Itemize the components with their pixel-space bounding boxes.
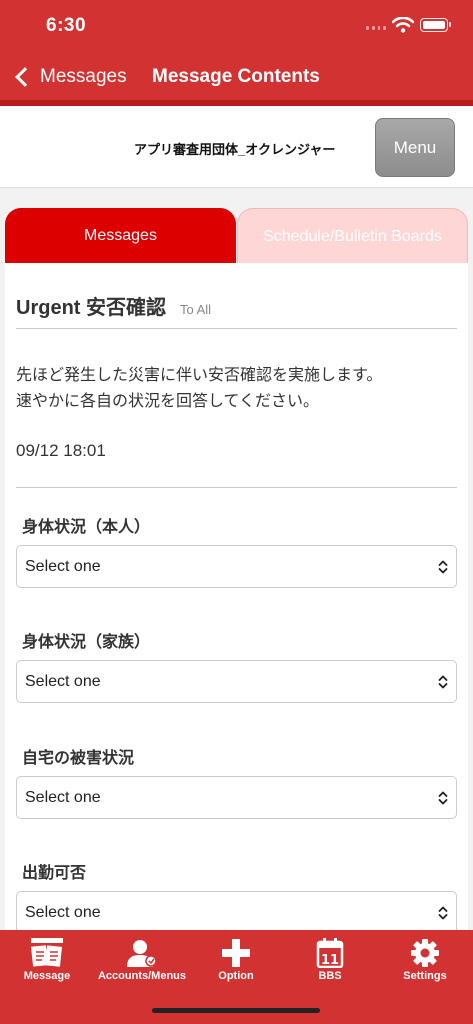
message-content: Urgent 安否確認 To All 先ほど発生した災害に伴い安否確認を実施しま… [5, 263, 468, 930]
wifi-icon [392, 17, 414, 33]
message-body-line: 先ほど発生した災害に伴い安否確認を実施します。 [16, 367, 383, 384]
select-value: Select one [25, 904, 101, 921]
question-label: 自宅の被害状況 [22, 750, 135, 767]
divider [16, 487, 457, 488]
message-date: 09/12 18:01 [16, 441, 106, 460]
tabbar-item-option[interactable]: Option [189, 930, 283, 990]
updown-chevron-icon [438, 675, 448, 689]
tab-schedule-bulletin-boards[interactable]: Schedule/Bulletin Boards [237, 208, 468, 264]
tabbar-item-message[interactable]: Message [0, 930, 94, 990]
question-label: 身体状況（本人） [22, 519, 151, 536]
message-icon [30, 938, 63, 967]
question-label: 身体状況（家族） [22, 634, 151, 651]
updown-chevron-icon [438, 791, 448, 805]
message-title: Urgent 安否確認 [16, 297, 166, 319]
select-value: Select one [25, 789, 101, 806]
divider [16, 328, 457, 329]
tabbar-item-settings[interactable]: Settings [378, 930, 472, 990]
page-title: Message Contents [152, 66, 320, 87]
organization-name: アプリ審査用団体_オクレンジャー [134, 142, 336, 157]
tabbar-item-accounts-menus[interactable]: Accounts/Menus [95, 930, 189, 990]
tabbar-item-bbs[interactable]: 11 BBS [283, 930, 377, 990]
tabbar-label: Settings [403, 970, 447, 982]
battery-icon [420, 18, 451, 32]
menu-button[interactable]: Menu [375, 118, 455, 177]
question-label: 出勤可否 [22, 865, 87, 882]
home-indicator [152, 1008, 320, 1013]
tabbar-label: Accounts/Menus [97, 970, 186, 982]
tabbar-label: Option [218, 970, 254, 982]
status-bar: 6:30 [0, 0, 473, 52]
select-self-condition[interactable]: Select one [16, 545, 457, 588]
signal-icon [366, 26, 386, 30]
gear-icon [411, 939, 439, 967]
updown-chevron-icon [438, 560, 448, 574]
organization-bar: アプリ審査用団体_オクレンジャー Menu [0, 106, 473, 188]
tab-messages[interactable]: Messages [5, 208, 236, 264]
account-icon [127, 940, 157, 967]
navigation-bar: Messages Message Contents [0, 52, 473, 100]
message-header: Urgent 安否確認 To All [16, 291, 211, 320]
back-button[interactable]: Messages [12, 62, 127, 92]
select-value: Select one [25, 673, 101, 690]
select-family-condition[interactable]: Select one [16, 660, 457, 703]
message-recipient: To All [180, 302, 212, 317]
select-value: Select one [25, 558, 101, 575]
select-home-damage[interactable]: Select one [16, 776, 457, 819]
updown-chevron-icon [438, 906, 448, 920]
back-label: Messages [40, 66, 127, 87]
calendar-icon: 11 [316, 938, 344, 968]
plus-icon [222, 939, 250, 967]
select-attendance[interactable]: Select one [16, 891, 457, 930]
status-time: 6:30 [46, 15, 87, 36]
message-body-line: 速やかに各自の状況を回答してください。 [16, 393, 320, 410]
tabbar-label: Message [23, 970, 71, 982]
tabbar-label: BBS [318, 970, 342, 982]
chevron-left-icon [15, 67, 35, 87]
calendar-day: 11 [321, 953, 339, 968]
message-body: 先ほど発生した災害に伴い安否確認を実施します。 速やかに各自の状況を回答してくだ… [16, 363, 456, 415]
